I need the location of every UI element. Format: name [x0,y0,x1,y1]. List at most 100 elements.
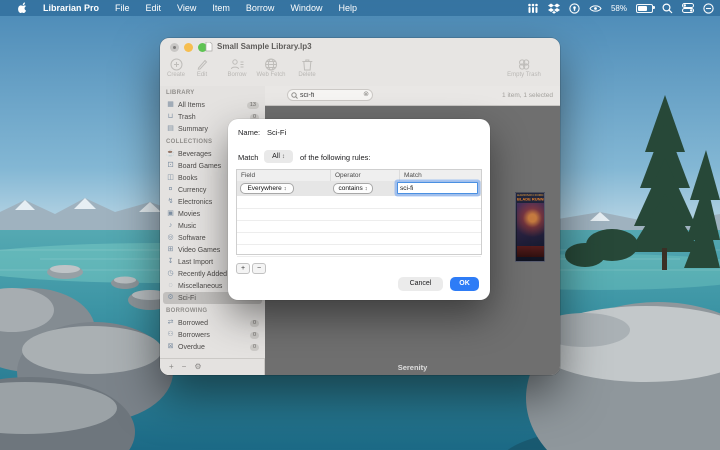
count-badge: 0 [250,332,259,339]
rule-row: Everywhere ↕ contains ↕ [237,181,481,196]
menu-window[interactable]: Window [282,0,330,16]
empty-trash-button[interactable]: Empty Trash [507,58,541,78]
music-note-icon: ♪ [166,220,175,232]
smart-collection-dialog: Name: Sci-Fi Match All ↕ of the followin… [228,119,490,300]
apple-logo-icon [18,2,27,13]
people-status-icon[interactable] [527,3,539,14]
count-badge: 0 [250,320,259,327]
disc-icon: ◎ [166,232,175,244]
delete-button[interactable]: Delete [298,58,315,78]
toggle-status-icon[interactable] [703,3,714,14]
poster-title-text: BLADE RUNNER [517,197,545,202]
remove-collection-button[interactable]: − [182,359,187,375]
clock-icon: ◷ [166,268,175,280]
match-popup[interactable]: All ↕ [264,150,293,163]
four-circles-icon [517,58,531,71]
bolt-icon: ↯ [166,196,175,208]
stepper-icon: ↕ [284,186,287,192]
add-rule-button[interactable]: + [236,263,250,274]
operator-popup[interactable]: contains ↕ [333,183,373,194]
menu-help[interactable]: Help [330,0,365,16]
calendar-alert-icon: ⊠ [166,341,175,353]
onepassword-icon[interactable] [569,3,580,14]
spotlight-search-icon[interactable] [662,3,673,14]
app-menu-title[interactable]: Librarian Pro [35,0,107,16]
control-center-icon[interactable] [682,3,694,13]
search-icon [291,92,298,99]
menu-view[interactable]: View [169,0,204,16]
sidebar-section-library: LIBRARY [160,86,265,99]
desktop: Small Sample Library.lp3 Create Edit Bor… [0,0,720,450]
add-collection-button[interactable]: + [169,359,174,375]
cancel-button[interactable]: Cancel [398,277,443,291]
match-column-header: Match [400,170,481,181]
people-icon: ⚇ [166,329,175,341]
title-bar[interactable]: Small Sample Library.lp3 [160,38,560,56]
clear-search-icon[interactable]: ⊗ [363,90,369,100]
die-icon: ⚀ [166,160,175,172]
edit-button[interactable]: Edit [196,58,209,78]
minimize-button[interactable] [184,43,193,52]
dropbox-icon[interactable] [548,3,560,14]
sidebar-item-borrowers[interactable]: ⚇ Borrowers 0 [163,329,262,341]
field-popup[interactable]: Everywhere ↕ [240,183,294,194]
search-bar-row: ⊗ 1 item, 1 selected [265,86,560,106]
menu-item[interactable]: Item [204,0,238,16]
create-button[interactable]: Create [167,58,185,78]
close-button[interactable] [170,43,179,52]
menu-file[interactable]: File [107,0,138,16]
count-badge: 13 [247,102,259,109]
import-icon: ↧ [166,256,175,268]
coin-icon: ¤ [166,184,175,196]
pencil-icon [196,58,209,71]
sidebar-item-borrowed[interactable]: ⇄ Borrowed 0 [163,317,262,329]
sidebar-item-all-items[interactable]: ▦ All Items 13 [163,99,262,111]
name-label: Name: [238,128,260,137]
toolbar: Create Edit Borrow Web Fetch Del [160,56,560,87]
grid-icon: ▦ [166,99,175,111]
eye-icon[interactable] [589,4,602,13]
menu-bar: Librarian Pro File Edit View Item Borrow… [0,0,720,16]
rules-table: Field Operator Match Everywhere ↕ contai… [236,169,482,255]
borrow-button[interactable]: Borrow [227,58,246,78]
report-icon: ▤ [166,123,175,135]
plus-circle-icon [169,58,182,71]
trash-icon [301,58,313,71]
sidebar-bottom-bar: + − ⚙ [160,358,265,375]
search-field[interactable]: ⊗ [287,89,373,101]
match-value-input[interactable] [397,182,478,194]
remove-rule-button[interactable]: − [252,263,266,274]
empty-rule-row [237,244,481,257]
action-gear-button[interactable]: ⚙ [194,359,201,375]
selected-item-title: Serenity [265,363,560,372]
field-column-header: Field [237,170,331,181]
movie-poster-thumbnail[interactable]: HARRISON FORD BLADE RUNNER [515,192,545,262]
search-input[interactable] [300,92,361,99]
web-fetch-button[interactable]: Web Fetch [257,58,286,78]
name-value[interactable]: Sci-Fi [267,128,286,137]
stepper-icon: ↕ [365,186,368,192]
operator-column-header: Operator [331,170,400,181]
smart-collection-gear-icon: ⚙ [166,292,175,304]
menu-borrow[interactable]: Borrow [238,0,283,16]
match-label: Match [238,153,258,162]
globe-icon [265,58,278,71]
cup-icon: ☕ [166,148,175,160]
circle-icon: ◌ [166,280,175,292]
book-icon: ◫ [166,172,175,184]
menu-edit[interactable]: Edit [138,0,170,16]
apple-menu[interactable] [10,0,35,16]
item-count-status: 1 item, 1 selected [502,92,553,99]
battery-icon[interactable] [636,4,653,13]
poster-credits-strip [517,246,545,257]
film-icon: ▣ [166,208,175,220]
match-suffix: of the following rules: [300,153,370,162]
window-title: Small Sample Library.lp3 [217,38,312,56]
person-list-icon [230,58,244,71]
ok-button[interactable]: OK [450,277,479,291]
sidebar-section-borrowing: BORROWING [160,304,265,317]
trash-icon: ⊔ [166,111,175,123]
count-badge: 0 [250,344,259,351]
arrows-icon: ⇄ [166,317,175,329]
sidebar-item-overdue[interactable]: ⊠ Overdue 0 [163,341,262,353]
